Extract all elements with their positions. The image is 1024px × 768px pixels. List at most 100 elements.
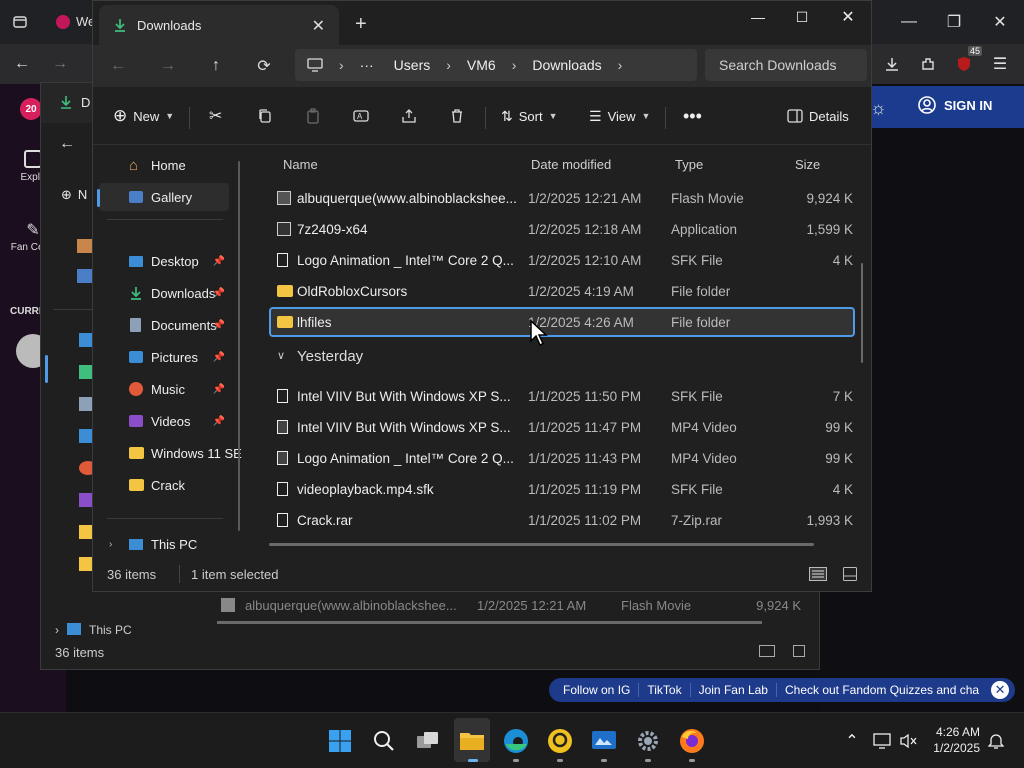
volume-muted-icon[interactable] [892, 725, 924, 757]
file-row-selected[interactable]: lhfiles 1/2/2025 4:26 AM File folder [269, 307, 855, 337]
monitor-app-icon[interactable] [588, 725, 620, 757]
details-view-icon[interactable] [759, 645, 775, 657]
pin-icon[interactable]: 📌 [213, 256, 225, 267]
breadcrumb-chevron-icon[interactable]: › [612, 57, 629, 73]
browser-tab[interactable]: We [56, 14, 95, 29]
copy-button[interactable] [257, 104, 273, 128]
address-bar[interactable]: › ··· Users › VM6 › Downloads › [295, 49, 697, 81]
ublock-icon[interactable]: 45 [950, 46, 982, 78]
explorer-tab[interactable]: Downloads ✕ [99, 5, 339, 45]
tiles-view-icon[interactable] [843, 567, 857, 581]
new-button[interactable]: ⊕ New ▼ [113, 104, 174, 128]
nav-music[interactable]: Music 📌 [99, 375, 229, 403]
promo-quizzes[interactable]: Check out Fandom Quizzes and cha [777, 683, 987, 697]
breadcrumb-chevron-icon[interactable]: › [333, 57, 350, 73]
downloads-icon[interactable] [878, 50, 906, 78]
sort-button[interactable]: ⇅ Sort ▼ [501, 104, 558, 128]
promo-fan-lab[interactable]: Join Fan Lab [691, 683, 777, 697]
breadcrumb-vm6[interactable]: VM6 [457, 57, 506, 73]
breadcrumb-chevron-icon[interactable]: › [440, 57, 457, 73]
nav-desktop[interactable]: Desktop 📌 [99, 247, 229, 275]
share-button[interactable] [401, 104, 417, 128]
expand-chevron-icon[interactable]: › [109, 539, 112, 550]
breadcrumb-downloads[interactable]: Downloads [522, 57, 611, 73]
file-row[interactable]: albuquerque(www.albinoblackshee... 1/2/2… [269, 183, 855, 213]
nav-windows-11-se[interactable]: Windows 11 SE [99, 439, 242, 467]
minimize-icon[interactable]: — [895, 8, 923, 36]
file-list-hscroll[interactable] [269, 543, 814, 546]
search-input[interactable]: Search Downloads [705, 49, 867, 81]
breadcrumb-users[interactable]: Users [384, 57, 441, 73]
settings-icon[interactable] [632, 725, 664, 757]
nav-pictures[interactable]: Pictures 📌 [99, 343, 229, 371]
close-icon[interactable]: ✕ [825, 5, 871, 29]
file-row[interactable]: Intel VIIV But With Windows XP S... 1/1/… [269, 412, 855, 442]
file-row[interactable]: Logo Animation _ Intel™ Core 2 Q... 1/1/… [269, 443, 855, 473]
back-tab[interactable]: D [59, 95, 90, 110]
search-icon[interactable] [368, 725, 400, 757]
promo-close-icon[interactable]: ✕ [991, 681, 1010, 699]
details-view-icon[interactable] [809, 567, 827, 581]
back-hscroll[interactable] [217, 621, 762, 624]
new-tab-icon[interactable]: + [355, 13, 367, 36]
file-row[interactable]: Intel VIIV But With Windows XP S... 1/1/… [269, 381, 855, 411]
file-row[interactable]: Logo Animation _ Intel™ Core 2 Q... 1/2/… [269, 245, 855, 275]
start-icon[interactable] [324, 725, 356, 757]
rename-button[interactable]: A [353, 104, 369, 128]
menu-icon[interactable]: ☰ [986, 50, 1014, 78]
restore-icon[interactable]: ❐ [940, 8, 968, 36]
nav-pane-scrollbar[interactable] [238, 161, 240, 531]
maximize-icon[interactable]: ☐ [779, 5, 825, 29]
minimize-icon[interactable]: — [735, 5, 781, 29]
app-taskbar-icon[interactable] [544, 725, 576, 757]
nav-documents[interactable]: Documents 📌 [99, 311, 229, 339]
more-options-icon[interactable]: ••• [683, 104, 702, 128]
task-view-icon[interactable] [412, 725, 444, 757]
extensions-icon[interactable] [914, 50, 942, 78]
edge-icon[interactable] [500, 725, 532, 757]
tiles-view-icon[interactable] [793, 645, 805, 657]
paste-button[interactable] [305, 104, 321, 128]
column-name[interactable]: Name [283, 157, 318, 172]
back-back-icon[interactable]: ← [59, 135, 75, 153]
cut-button[interactable]: ✂ [209, 104, 222, 128]
breadcrumb-more-icon[interactable]: ··· [350, 57, 384, 73]
back-icon[interactable]: ← [105, 53, 131, 79]
nav-home[interactable]: ⌂ Home [99, 151, 229, 179]
back-icon[interactable]: ← [8, 50, 36, 78]
nav-crack[interactable]: Crack [99, 471, 229, 499]
pin-icon[interactable]: 📌 [213, 288, 225, 299]
pin-icon[interactable]: 📌 [213, 416, 225, 427]
nav-this-pc[interactable]: › This PC [99, 535, 229, 553]
promo-follow-ig[interactable]: Follow on IG [549, 683, 640, 697]
file-row[interactable]: 7z2409-x64 1/2/2025 12:18 AM Application… [269, 214, 855, 244]
pin-icon[interactable]: 📌 [213, 320, 225, 331]
theme-toggle-icon[interactable]: ☼ [870, 98, 887, 119]
back-file-row[interactable]: albuquerque(www.albinoblackshee... 1/2/2… [221, 593, 801, 617]
forward-icon[interactable]: → [46, 50, 74, 78]
forward-icon[interactable]: → [155, 53, 181, 79]
view-button[interactable]: ☰ View ▼ [589, 104, 650, 128]
system-clock[interactable]: 4:26 AM 1/2/2025 [928, 724, 980, 756]
back-this-pc[interactable]: › This PC [55, 623, 132, 637]
sign-in-button[interactable]: SIGN IN [918, 96, 992, 114]
tab-close-icon[interactable]: ✕ [312, 16, 325, 36]
notification-badge[interactable]: 20 [20, 98, 42, 120]
file-explorer-taskbar-icon[interactable] [454, 718, 490, 762]
tab-actions-icon[interactable] [6, 8, 34, 36]
pin-icon[interactable]: 📌 [213, 384, 225, 395]
back-new-button[interactable]: ⊕ N [61, 187, 87, 203]
column-date-modified[interactable]: Date modified [531, 157, 611, 172]
pin-icon[interactable]: 📌 [213, 352, 225, 363]
nav-gallery[interactable]: Gallery [99, 183, 229, 211]
column-size[interactable]: Size [795, 157, 820, 172]
group-header-yesterday[interactable]: ∨ Yesterday [269, 343, 569, 371]
promo-tiktok[interactable]: TikTok [639, 683, 691, 697]
details-button[interactable]: Details [787, 104, 849, 128]
nav-downloads[interactable]: Downloads 📌 [99, 279, 229, 307]
chevron-up-icon[interactable]: ⌃ [836, 725, 868, 757]
up-icon[interactable]: ↑ [203, 53, 229, 79]
refresh-icon[interactable]: ⟳ [251, 53, 277, 79]
column-type[interactable]: Type [675, 157, 703, 172]
close-icon[interactable]: ✕ [986, 8, 1014, 36]
